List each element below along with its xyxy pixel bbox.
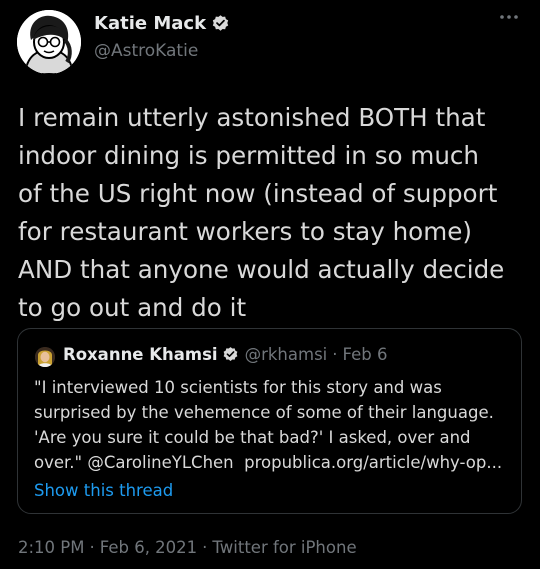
meta-separator: · (89, 538, 95, 557)
portrait-photo-icon (35, 347, 55, 367)
more-options-icon[interactable] (498, 10, 520, 24)
quoted-text: "I interviewed 10 scientists for this st… (34, 375, 512, 475)
author-display-name[interactable]: Katie Mack (94, 13, 206, 34)
tweet-time[interactable]: 2:10 PM (18, 538, 84, 557)
quoted-link[interactable]: propublica.org/article/why-op... (244, 453, 502, 472)
tweet-text: I remain utterly astonished BOTH that in… (18, 103, 505, 322)
author-handle[interactable]: @AstroKatie (94, 41, 198, 61)
quoted-date[interactable]: Feb 6 (343, 345, 388, 364)
tweet-source[interactable]: Twitter for iPhone (212, 538, 356, 557)
quoted-handle[interactable]: @rkhamsi (245, 345, 328, 364)
author-avatar[interactable] (17, 10, 81, 74)
tweet-date[interactable]: Feb 6, 2021 (100, 538, 197, 557)
quoted-header: Roxanne Khamsi @rkhamsi · Feb 6 (63, 345, 387, 364)
quoted-display-name[interactable]: Roxanne Khamsi (63, 345, 218, 364)
tweet-metadata: 2:10 PM · Feb 6, 2021 · Twitter for iPhone (18, 538, 357, 557)
cartoon-portrait-icon (17, 10, 81, 74)
tweet: Katie Mack @AstroKatie I remain utterly … (0, 0, 540, 569)
quoted-tweet[interactable]: Roxanne Khamsi @rkhamsi · Feb 6 "I inter… (17, 328, 522, 514)
quoted-separator: · (332, 345, 338, 364)
verified-badge-icon (223, 347, 237, 361)
verified-badge-icon (212, 15, 229, 31)
meta-separator: · (202, 538, 208, 557)
author-name-row[interactable]: Katie Mack (94, 13, 230, 34)
show-thread-link[interactable]: Show this thread (34, 481, 173, 500)
quoted-author-avatar[interactable] (35, 347, 55, 367)
